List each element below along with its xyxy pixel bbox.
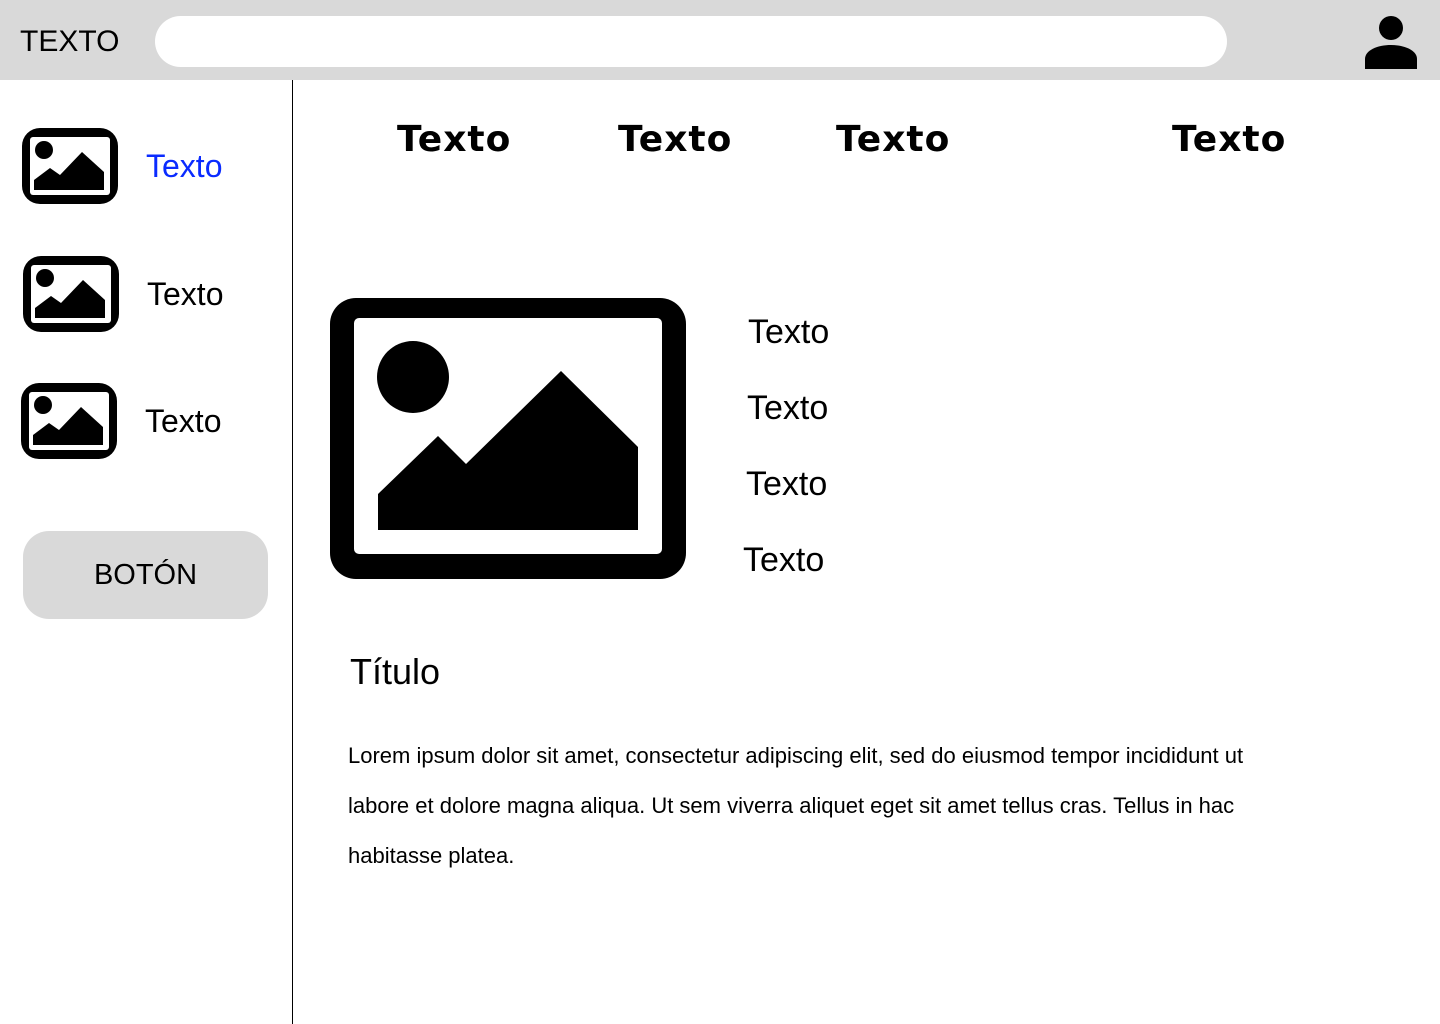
app-title: TEXTO — [20, 25, 120, 58]
body-paragraph: Lorem ipsum dolor sit amet, consectetur … — [348, 743, 1244, 868]
tab-3[interactable]: Texto — [836, 118, 950, 162]
sidebar-item-label: Texto — [147, 276, 224, 312]
image-icon — [23, 256, 119, 332]
info-line: Texto — [748, 313, 830, 351]
info-line: Texto — [743, 541, 825, 579]
sidebar-item-label: Texto — [146, 148, 223, 184]
sidebar-item-label: Texto — [145, 403, 222, 439]
sidebar: Texto Texto Texto BOTÓN — [0, 80, 293, 1024]
info-line: Texto — [747, 389, 829, 427]
tab-2[interactable]: Texto — [618, 118, 732, 162]
section-title: Título — [350, 651, 441, 692]
user-avatar-icon[interactable] — [1364, 15, 1418, 69]
info-line: Texto — [746, 465, 828, 503]
main-button[interactable]: BOTÓN — [23, 531, 268, 619]
tab-4[interactable]: Texto — [1172, 118, 1286, 162]
image-icon — [22, 128, 118, 204]
top-bar: TEXTO — [0, 0, 1440, 80]
search-input[interactable] — [155, 16, 1227, 67]
image-icon — [330, 298, 686, 579]
tab-1[interactable]: Texto — [397, 118, 511, 162]
image-icon — [21, 383, 117, 459]
